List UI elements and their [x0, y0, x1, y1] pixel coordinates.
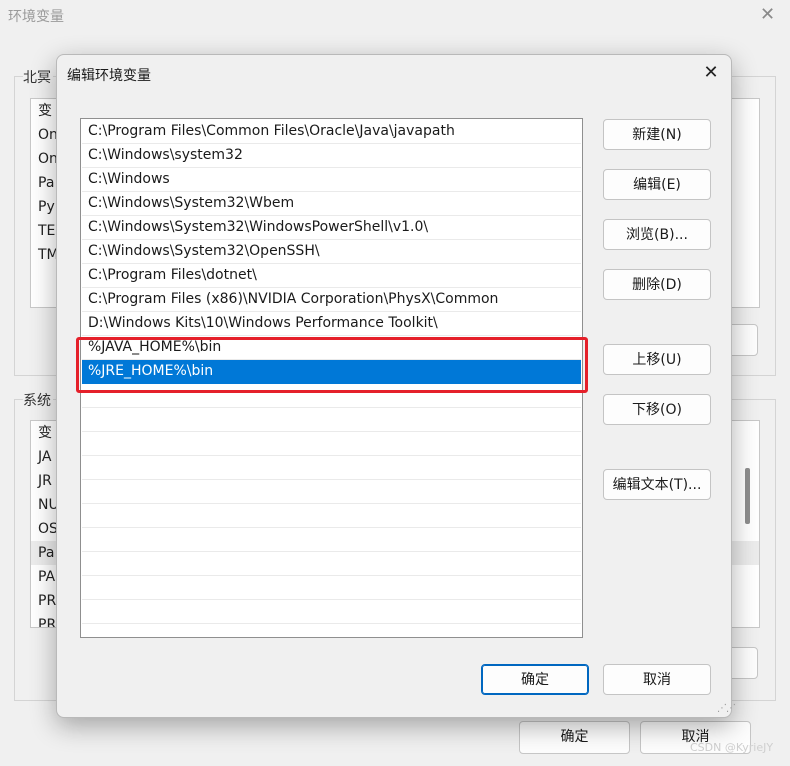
- edit-button[interactable]: 编辑(E): [603, 169, 711, 200]
- resize-grip-icon[interactable]: ⋰⋰: [717, 703, 736, 714]
- empty-row[interactable]: [82, 384, 581, 408]
- ok-button[interactable]: 确定: [481, 664, 589, 695]
- path-item[interactable]: C:\Windows\system32: [82, 144, 581, 168]
- browse-button[interactable]: 浏览(B)...: [603, 219, 711, 250]
- path-item[interactable]: C:\Windows\System32\Wbem: [82, 192, 581, 216]
- move-down-button[interactable]: 下移(O): [603, 394, 711, 425]
- ok-button[interactable]: 确定: [519, 721, 630, 754]
- close-icon[interactable]: ✕: [760, 5, 775, 25]
- empty-row[interactable]: [82, 552, 581, 576]
- path-item[interactable]: C:\Windows\System32\WindowsPowerShell\v1…: [82, 216, 581, 240]
- empty-row[interactable]: [82, 432, 581, 456]
- path-item[interactable]: C:\Program Files (x86)\NVIDIA Corporatio…: [82, 288, 581, 312]
- user-variables-button[interactable]: [728, 324, 758, 356]
- path-item[interactable]: C:\Program Files\Common Files\Oracle\Jav…: [82, 120, 581, 144]
- path-item-selected[interactable]: %JRE_HOME%\bin: [82, 360, 581, 384]
- empty-row[interactable]: [82, 456, 581, 480]
- new-button[interactable]: 新建(N): [603, 119, 711, 150]
- close-icon[interactable]: ✕: [701, 63, 721, 83]
- edit-text-button[interactable]: 编辑文本(T)...: [603, 469, 711, 500]
- path-item[interactable]: D:\Windows Kits\10\Windows Performance T…: [82, 312, 581, 336]
- delete-button[interactable]: 删除(D): [603, 269, 711, 300]
- empty-row[interactable]: [82, 528, 581, 552]
- system-variables-button[interactable]: [728, 647, 758, 679]
- cancel-button[interactable]: 取消: [603, 664, 711, 695]
- path-item[interactable]: C:\Windows\System32\OpenSSH\: [82, 240, 581, 264]
- system-list-scrollbar[interactable]: [745, 468, 750, 524]
- dialog-title: 编辑环境变量: [67, 68, 151, 84]
- empty-row[interactable]: [82, 408, 581, 432]
- edit-environment-variable-dialog: 编辑环境变量 ✕ C:\Program Files\Common Files\O…: [56, 54, 736, 718]
- path-item[interactable]: %JAVA_HOME%\bin: [82, 336, 581, 360]
- empty-row[interactable]: [82, 600, 581, 624]
- watermark: CSDN @KyrieJY: [690, 741, 774, 754]
- system-variables-group-label: 系统: [23, 390, 53, 410]
- empty-row[interactable]: [82, 480, 581, 504]
- empty-row[interactable]: [82, 504, 581, 528]
- window-title: 环境变量: [8, 9, 64, 25]
- path-list[interactable]: C:\Program Files\Common Files\Oracle\Jav…: [80, 118, 583, 638]
- path-item[interactable]: C:\Windows: [82, 168, 581, 192]
- path-item[interactable]: C:\Program Files\dotnet\: [82, 264, 581, 288]
- move-up-button[interactable]: 上移(U): [603, 344, 711, 375]
- empty-row[interactable]: [82, 576, 581, 600]
- user-variables-group-label: 北冥: [23, 67, 53, 87]
